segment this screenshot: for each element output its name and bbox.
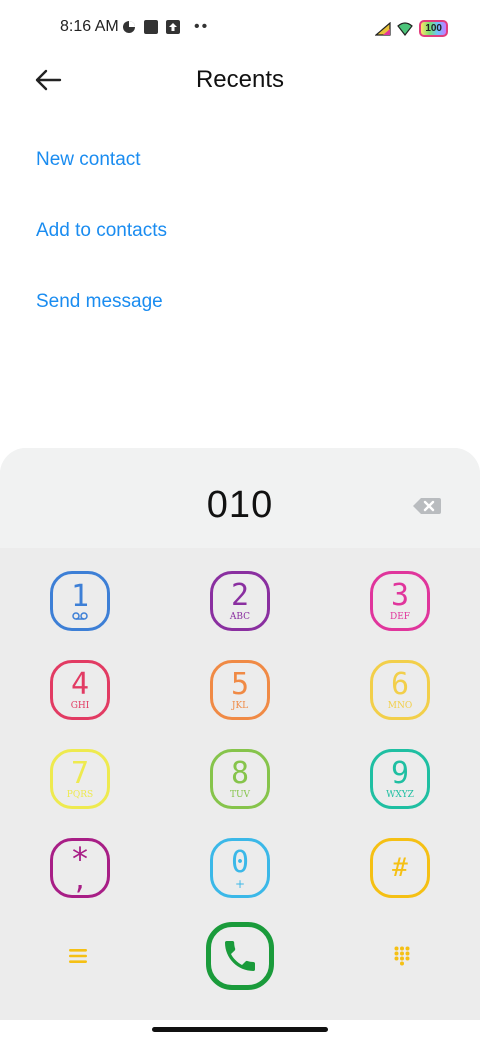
key-2[interactable]: 2 ABC	[210, 571, 270, 631]
key-3[interactable]: 3 DEF	[370, 571, 430, 631]
key-letters: GHI	[70, 700, 90, 711]
number-actions: New contact Add to contacts Send message	[36, 148, 167, 361]
key-letters: WXYZ	[386, 789, 414, 800]
key-letters: PQRS	[66, 789, 94, 800]
phone-icon	[225, 941, 255, 971]
new-contact-link[interactable]: New contact	[36, 148, 167, 219]
menu-icon	[69, 949, 87, 963]
page-title: Recents	[195, 66, 285, 93]
key-letters: ABC	[229, 611, 251, 622]
dialpad-icon	[394, 946, 410, 966]
system-icons: 100	[375, 20, 448, 37]
key-letters: JKL	[231, 700, 249, 711]
key-letters: MNO	[387, 700, 413, 711]
key-digit: #	[392, 853, 408, 883]
notification-icons: ••	[122, 18, 209, 36]
key-digit: 3	[390, 577, 410, 613]
signal-icon	[375, 21, 391, 36]
key-letters: +	[234, 876, 246, 891]
key-letters: TUV	[229, 789, 251, 800]
key-digit: 6	[390, 666, 410, 702]
dial-panel: 010 1 2 ABC 3 DEF 4 GHI 5 JKL 6 MNO 7 PQ…	[0, 448, 480, 1020]
key-letters: ,	[72, 866, 88, 896]
dialpad-toggle-button[interactable]	[386, 940, 418, 972]
key-digit: 5	[230, 666, 250, 702]
key-1[interactable]: 1	[50, 571, 110, 631]
key-4[interactable]: 4 GHI	[50, 660, 110, 720]
add-to-contacts-link[interactable]: Add to contacts	[36, 219, 167, 290]
call-button[interactable]	[206, 922, 274, 990]
key-digit: 4	[70, 666, 90, 702]
key-6[interactable]: 6 MNO	[370, 660, 430, 720]
key-digit: 8	[230, 755, 250, 791]
app-notification-icon	[144, 20, 158, 34]
key-8[interactable]: 8 TUV	[210, 749, 270, 809]
battery-indicator: 100	[419, 20, 448, 37]
key-hash[interactable]: #	[370, 838, 430, 898]
key-digit: 9	[390, 755, 410, 791]
backspace-icon	[413, 498, 441, 514]
gesture-nav-handle[interactable]	[152, 1027, 328, 1032]
key-letters: DEF	[389, 611, 411, 622]
key-9[interactable]: 9 WXYZ	[370, 749, 430, 809]
key-digit: 0	[230, 844, 250, 880]
header: Recents	[0, 56, 480, 108]
key-digit: 7	[70, 755, 90, 791]
data-saver-icon	[123, 21, 135, 33]
menu-button[interactable]	[62, 940, 94, 972]
key-5[interactable]: 5 JKL	[210, 660, 270, 720]
wifi-icon	[397, 21, 414, 36]
key-7[interactable]: 7 PQRS	[50, 749, 110, 809]
more-notifications-icon: ••	[194, 18, 210, 35]
key-digit: 2	[230, 577, 250, 613]
status-time: 8:16 AM	[60, 18, 119, 35]
dialed-number[interactable]: 010	[0, 484, 480, 527]
send-message-link[interactable]: Send message	[36, 290, 167, 361]
status-bar: 8:16 AM •• 100	[0, 0, 480, 56]
upload-icon	[166, 20, 180, 34]
key-star[interactable]: * ,	[50, 838, 110, 898]
key-0[interactable]: 0 +	[210, 838, 270, 898]
dial-display: 010	[0, 448, 480, 548]
voicemail-icon	[72, 612, 88, 620]
key-digit: 1	[70, 579, 90, 614]
backspace-button[interactable]	[412, 496, 442, 516]
